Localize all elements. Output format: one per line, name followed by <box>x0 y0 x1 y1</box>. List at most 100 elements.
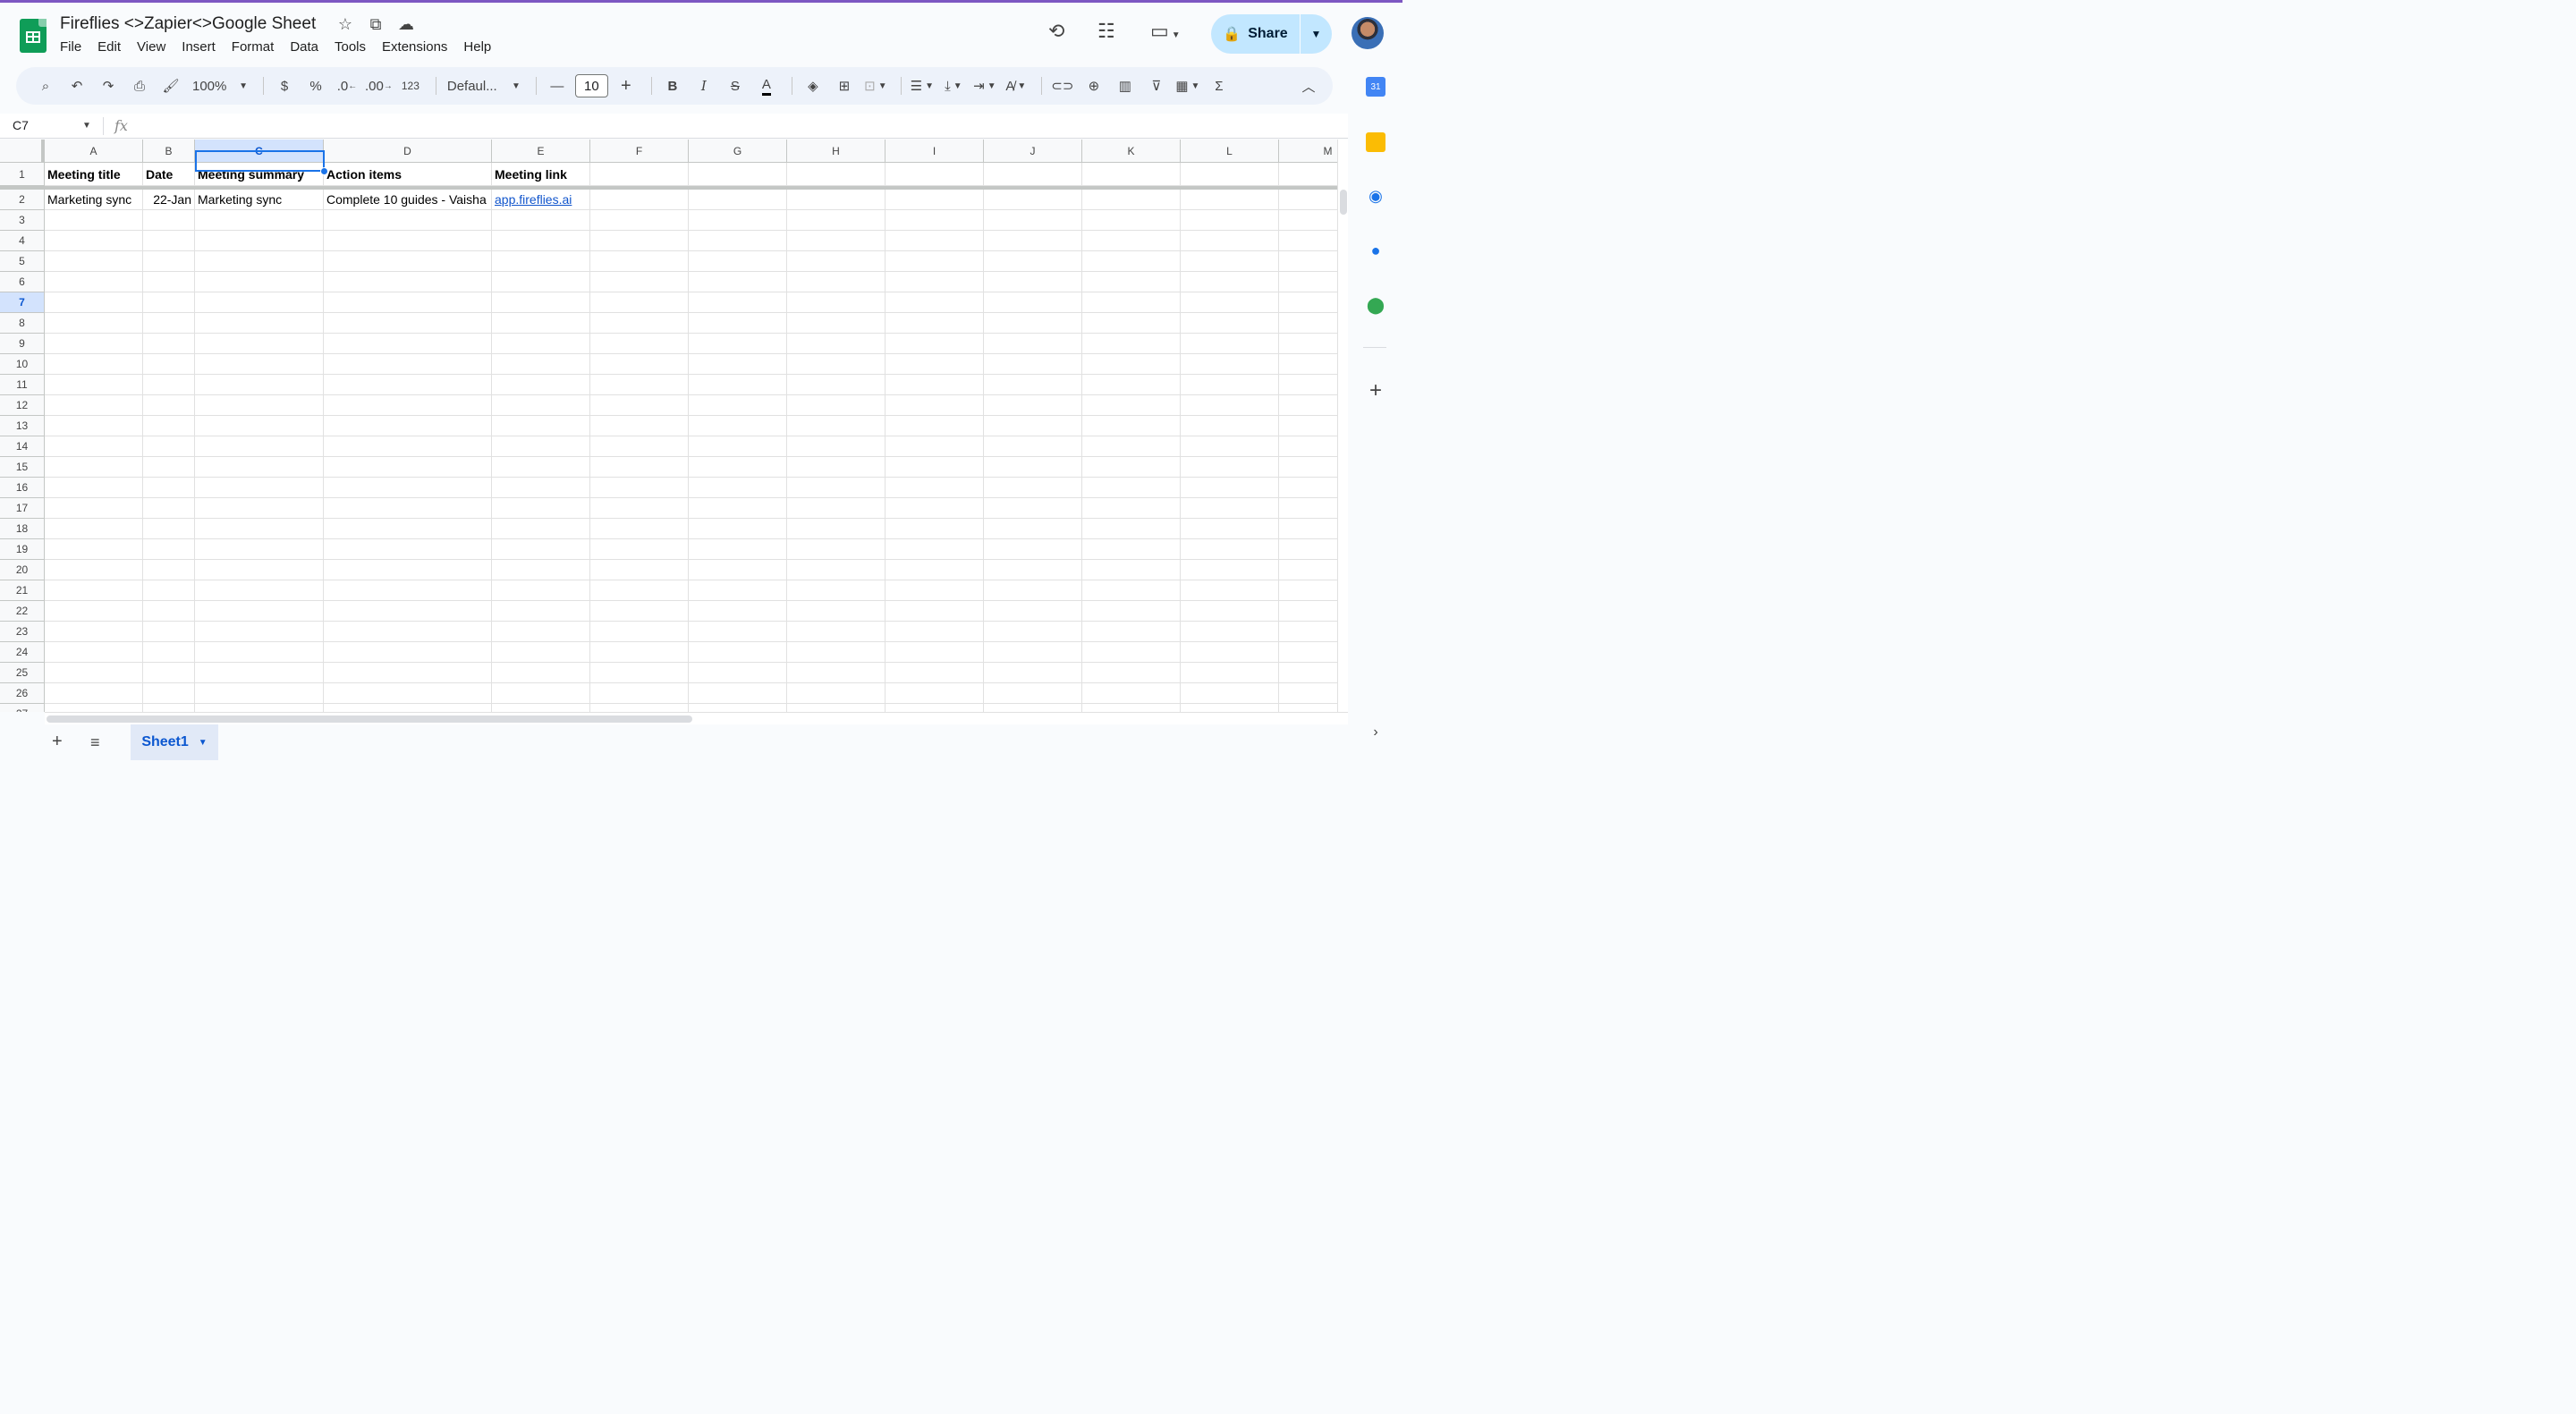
grid-cell[interactable] <box>1279 498 1337 519</box>
grid-cell[interactable] <box>984 642 1082 663</box>
contacts-icon[interactable]: ● <box>1366 241 1385 260</box>
row-header[interactable]: 2 <box>0 190 45 210</box>
row-header[interactable]: 22 <box>0 601 45 622</box>
row-header[interactable]: 14 <box>0 436 45 457</box>
column-header[interactable]: A <box>45 140 143 163</box>
grid-cell[interactable] <box>1181 416 1279 436</box>
frozen-row-divider[interactable] <box>0 186 1337 190</box>
grid-cell[interactable] <box>492 354 590 375</box>
spreadsheet-grid[interactable]: A B C D E F G H I J K L M 1 Meeting title Date Meeting s… <box>0 140 1337 712</box>
row-header[interactable]: 23 <box>0 622 45 642</box>
grid-cell[interactable] <box>1082 251 1181 272</box>
grid-cell[interactable] <box>590 313 689 334</box>
expand-panel-icon[interactable]: › <box>1366 723 1385 742</box>
grid-cell[interactable] <box>689 395 787 416</box>
row-header[interactable]: 5 <box>0 251 45 272</box>
grid-cell[interactable] <box>195 457 324 478</box>
grid-cell[interactable] <box>984 704 1082 712</box>
grid-cell[interactable] <box>324 704 492 712</box>
grid-cell[interactable] <box>1279 519 1337 539</box>
grid-cell[interactable] <box>143 622 195 642</box>
font-select[interactable]: Defaul... ▼ <box>444 72 524 99</box>
grid-cell[interactable] <box>45 395 143 416</box>
grid-cell[interactable] <box>1181 436 1279 457</box>
grid-cell[interactable] <box>689 163 787 186</box>
row-header[interactable]: 4 <box>0 231 45 251</box>
grid-cell[interactable] <box>689 251 787 272</box>
grid-cell[interactable] <box>886 622 984 642</box>
grid-cell[interactable] <box>984 375 1082 395</box>
row-header[interactable]: 17 <box>0 498 45 519</box>
grid-cell[interactable] <box>787 519 886 539</box>
grid-cell[interactable] <box>45 292 143 313</box>
grid-cell[interactable] <box>787 704 886 712</box>
grid-cell[interactable] <box>1279 334 1337 354</box>
grid-cell[interactable] <box>1082 663 1181 683</box>
grid-cell[interactable] <box>1082 354 1181 375</box>
grid-cell[interactable] <box>1082 704 1181 712</box>
menu-file[interactable]: File <box>60 38 89 55</box>
grid-cell[interactable] <box>886 519 984 539</box>
grid-cell[interactable] <box>886 436 984 457</box>
grid-cell[interactable] <box>1181 190 1279 210</box>
horizontal-align-icon[interactable]: ☰ ▼ <box>909 72 936 99</box>
grid-cell[interactable] <box>143 478 195 498</box>
grid-cell[interactable] <box>886 163 984 186</box>
grid-cell[interactable] <box>1181 395 1279 416</box>
grid-cell[interactable] <box>984 231 1082 251</box>
grid-cell[interactable] <box>689 560 787 580</box>
grid-cell[interactable] <box>689 272 787 292</box>
grid-cell[interactable] <box>1181 478 1279 498</box>
grid-cell[interactable] <box>787 663 886 683</box>
grid-cell[interactable] <box>886 272 984 292</box>
borders-icon[interactable]: ⊞ <box>831 72 858 99</box>
grid-cell[interactable] <box>143 354 195 375</box>
grid-cell[interactable] <box>324 642 492 663</box>
grid-cell[interactable] <box>590 292 689 313</box>
format-percent-button[interactable]: % <box>302 72 329 99</box>
grid-cell[interactable] <box>689 334 787 354</box>
grid-cell[interactable]: 22-Jan <box>143 190 195 210</box>
grid-cell[interactable] <box>45 601 143 622</box>
grid-cell[interactable] <box>45 436 143 457</box>
grid-cell[interactable] <box>590 416 689 436</box>
grid-cell[interactable] <box>143 416 195 436</box>
grid-cell[interactable] <box>492 704 590 712</box>
grid-cell[interactable] <box>984 251 1082 272</box>
grid-cell[interactable] <box>590 642 689 663</box>
grid-cell[interactable] <box>143 395 195 416</box>
grid-cell[interactable] <box>1082 292 1181 313</box>
grid-cell[interactable] <box>195 210 324 231</box>
grid-cell[interactable] <box>787 683 886 704</box>
grid-cell[interactable] <box>787 163 886 186</box>
grid-cell[interactable] <box>984 622 1082 642</box>
grid-cell[interactable] <box>492 560 590 580</box>
grid-cell[interactable] <box>195 580 324 601</box>
grid-cell[interactable] <box>492 436 590 457</box>
grid-cell[interactable] <box>1279 539 1337 560</box>
grid-cell[interactable] <box>1082 580 1181 601</box>
grid-cell[interactable] <box>45 704 143 712</box>
grid-cell[interactable] <box>143 601 195 622</box>
grid-cell[interactable] <box>1082 560 1181 580</box>
grid-cell[interactable] <box>1082 498 1181 519</box>
grid-cell[interactable] <box>689 375 787 395</box>
column-header[interactable]: F <box>590 140 689 163</box>
row-header[interactable]: 8 <box>0 313 45 334</box>
column-header[interactable]: E <box>492 140 590 163</box>
grid-cell[interactable] <box>590 231 689 251</box>
grid-cell[interactable] <box>787 478 886 498</box>
grid-cell[interactable] <box>45 375 143 395</box>
grid-cell[interactable] <box>1181 313 1279 334</box>
grid-cell[interactable] <box>689 663 787 683</box>
grid-cell[interactable] <box>1082 539 1181 560</box>
grid-cell[interactable] <box>324 354 492 375</box>
grid-cell[interactable] <box>689 498 787 519</box>
grid-cell[interactable] <box>590 457 689 478</box>
grid-cell[interactable] <box>689 622 787 642</box>
column-header[interactable]: I <box>886 140 984 163</box>
grid-cell[interactable] <box>1181 251 1279 272</box>
document-title[interactable]: Fireflies <>Zapier<>Google Sheet <box>60 14 316 34</box>
grid-cell[interactable] <box>143 683 195 704</box>
grid-cell[interactable] <box>984 539 1082 560</box>
